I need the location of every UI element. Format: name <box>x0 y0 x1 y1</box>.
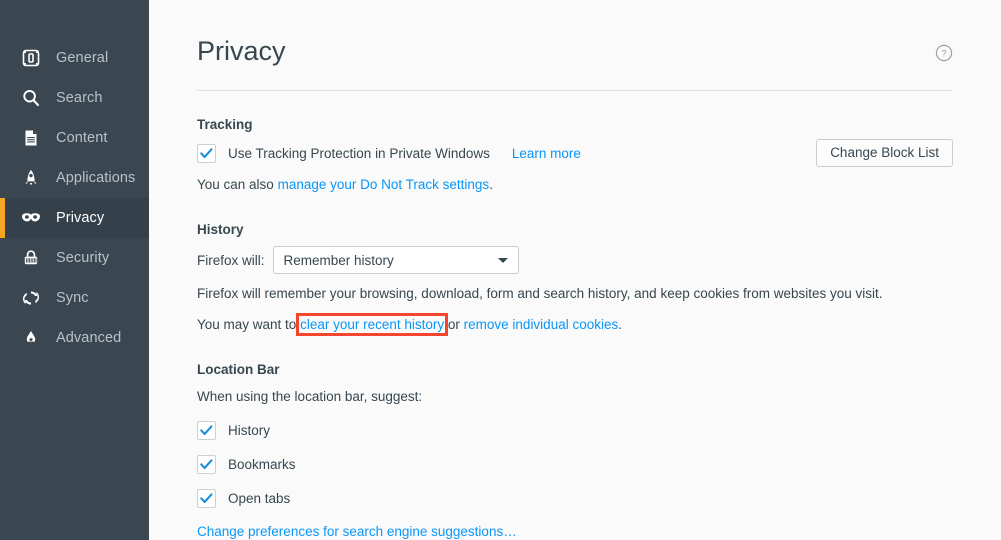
location-bar-bookmarks-checkbox[interactable] <box>197 454 216 474</box>
location-bar-open-tabs-checkbox[interactable] <box>197 488 216 508</box>
history-mode-select[interactable]: Remember history <box>272 246 519 274</box>
sidebar-item-search[interactable]: Search <box>0 78 149 118</box>
main-content: Privacy ? Tracking Change Block List Use… <box>149 0 1001 540</box>
sidebar-item-label: Sync <box>56 290 89 306</box>
sidebar-item-content[interactable]: Content <box>0 118 149 158</box>
firefox-will-label: Firefox will: <box>197 252 265 268</box>
location-bar-bookmarks-row: Bookmarks <box>197 452 953 476</box>
general-icon <box>20 47 42 69</box>
location-bar-description: When using the location bar, suggest: <box>197 389 423 404</box>
dnt-prefix-text: You can also <box>197 177 278 192</box>
learn-more-link[interactable]: Learn more <box>512 146 581 161</box>
sidebar-item-label: Applications <box>56 170 136 186</box>
location-bar-section: Location Bar When using the location bar… <box>197 362 953 539</box>
help-circle-icon[interactable]: ? <box>935 44 953 62</box>
location-bar-open-tabs-label: Open tabs <box>228 490 291 506</box>
padlock-icon <box>20 247 42 269</box>
tracking-section: Tracking Change Block List Use Tracking … <box>197 117 953 196</box>
clear-middle-text: or <box>444 317 464 332</box>
tracking-protection-checkbox[interactable] <box>197 143 216 163</box>
history-select-row: Firefox will: Remember history <box>197 246 953 274</box>
history-mode-value: Remember history <box>283 252 394 268</box>
location-bar-open-tabs-row: Open tabs <box>197 486 953 510</box>
sidebar-item-security[interactable]: Security <box>0 238 149 278</box>
change-block-list-button[interactable]: Change Block List <box>816 139 953 167</box>
dnt-suffix-text: . <box>489 177 493 192</box>
history-section: History Firefox will: Remember history F… <box>197 222 953 336</box>
location-bar-history-label: History <box>228 422 271 438</box>
sidebar-item-label: Security <box>56 250 110 266</box>
sync-arrows-icon <box>20 287 42 309</box>
location-bar-history-checkbox[interactable] <box>197 420 216 440</box>
clear-suffix-text: . <box>618 317 622 332</box>
mask-icon <box>20 207 42 229</box>
sidebar: General Search Content Applications Priv… <box>0 0 149 540</box>
clear-history-paragraph: You may want to clear your recent histor… <box>197 313 953 336</box>
tracking-protection-label: Use Tracking Protection in Private Windo… <box>228 145 490 161</box>
header-divider <box>197 90 953 91</box>
sidebar-item-advanced[interactable]: Advanced <box>0 318 149 358</box>
content-document-icon <box>20 127 42 149</box>
search-engine-suggestions-link[interactable]: Change preferences for search engine sug… <box>197 524 953 539</box>
clear-recent-history-link[interactable]: clear your recent history <box>296 313 449 336</box>
page-title: Privacy <box>197 36 286 66</box>
sidebar-item-sync[interactable]: Sync <box>0 278 149 318</box>
sidebar-item-label: Search <box>56 90 103 106</box>
history-description: Firefox will remember your browsing, dow… <box>197 286 883 301</box>
do-not-track-settings-link[interactable]: manage your Do Not Track settings <box>278 177 490 192</box>
svg-text:?: ? <box>941 49 946 60</box>
flask-icon <box>20 327 42 349</box>
preferences-window: General Search Content Applications Priv… <box>0 0 1001 540</box>
history-section-title: History <box>197 222 244 237</box>
chevron-down-icon <box>497 258 508 263</box>
sidebar-item-privacy[interactable]: Privacy <box>0 198 149 238</box>
do-not-track-paragraph: You can also manage your Do Not Track se… <box>197 174 953 196</box>
clear-prefix-text: You may want to <box>197 317 301 332</box>
tracking-section-title: Tracking <box>197 117 253 132</box>
page-header: Privacy ? <box>197 0 953 91</box>
location-bar-section-title: Location Bar <box>197 362 280 377</box>
search-icon <box>20 87 42 109</box>
sidebar-item-label: Content <box>56 130 108 146</box>
rocket-icon <box>20 167 42 189</box>
sidebar-item-label: Advanced <box>56 330 122 346</box>
sidebar-item-applications[interactable]: Applications <box>0 158 149 198</box>
location-bar-bookmarks-label: Bookmarks <box>228 456 296 472</box>
location-bar-checkbox-list: History Bookmarks Open tabs <box>197 418 953 510</box>
sidebar-item-general[interactable]: General <box>0 38 149 78</box>
location-bar-history-row: History <box>197 418 953 442</box>
sidebar-item-label: Privacy <box>56 210 105 226</box>
remove-individual-cookies-link[interactable]: remove individual cookies <box>464 317 619 332</box>
sidebar-item-label: General <box>56 50 109 66</box>
